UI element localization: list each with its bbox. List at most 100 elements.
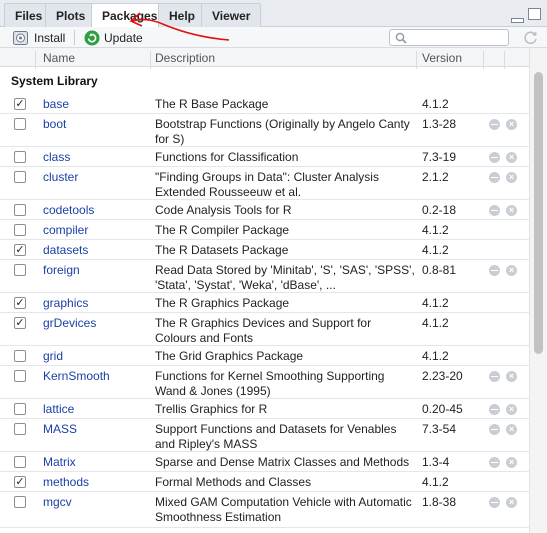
package-row-cluster: cluster "Finding Groups in Data": Cluster… [0, 167, 529, 200]
package-row-kernsmooth: KernSmooth Functions for Kernel Smoothing… [0, 366, 529, 399]
remove-package-icon[interactable]: × [506, 172, 517, 183]
package-version: 4.1.2 [422, 243, 449, 257]
column-header-description[interactable]: Description [155, 51, 215, 65]
package-name-link[interactable]: codetools [43, 203, 94, 217]
package-row-compiler: compiler The R Compiler Package 4.1.2 [0, 220, 529, 240]
tab-label: Plots [56, 9, 86, 23]
package-name-link[interactable]: lattice [43, 402, 74, 416]
remove-package-icon[interactable]: × [506, 497, 517, 508]
update-button[interactable]: Update [84, 29, 143, 46]
package-load-checkbox[interactable] [14, 171, 26, 183]
globe-icon[interactable] [489, 371, 500, 382]
package-row-mgcv: mgcv Mixed GAM Computation Vehicle with A… [0, 492, 529, 528]
package-name-link[interactable]: Matrix [43, 455, 76, 469]
package-version: 4.1.2 [422, 97, 449, 111]
package-row-matrix: Matrix Sparse and Dense Matrix Classes an… [0, 452, 529, 472]
globe-icon[interactable] [489, 152, 500, 163]
package-load-checkbox[interactable] [14, 370, 26, 382]
package-row-grdevices: ✓ grDevices The R Graphics Devices and Sup… [0, 313, 529, 346]
package-load-checkbox[interactable]: ✓ [14, 297, 26, 309]
package-name-link[interactable]: foreign [43, 263, 80, 277]
globe-icon[interactable] [489, 497, 500, 508]
package-name-link[interactable]: base [43, 97, 69, 111]
remove-package-icon[interactable]: × [506, 424, 517, 435]
package-version: 1.3-4 [422, 455, 450, 469]
package-name-link[interactable]: graphics [43, 296, 88, 310]
package-version: 7.3-54 [422, 422, 457, 436]
package-name-link[interactable]: MASS [43, 422, 77, 436]
package-load-checkbox[interactable] [14, 456, 26, 468]
globe-icon[interactable] [489, 424, 500, 435]
column-header-version[interactable]: Version [422, 51, 462, 65]
remove-package-icon[interactable]: × [506, 265, 517, 276]
package-name-link[interactable]: grDevices [43, 316, 96, 330]
minimize-icon[interactable] [511, 18, 524, 23]
globe-icon[interactable] [489, 172, 500, 183]
package-load-checkbox[interactable] [14, 496, 26, 508]
tab-help[interactable]: Help [158, 3, 207, 27]
globe-icon[interactable] [489, 119, 500, 130]
system-library-group-label: System Library [11, 74, 98, 88]
install-button[interactable]: Install [13, 29, 65, 46]
package-description: Sparse and Dense Matrix Classes and Meth… [155, 455, 410, 469]
vertical-scrollbar[interactable] [529, 48, 547, 533]
package-name-link[interactable]: mgcv [43, 495, 72, 509]
update-icon [84, 30, 100, 45]
package-name-link[interactable]: class [43, 150, 70, 164]
package-load-checkbox[interactable] [14, 423, 26, 435]
package-row-lattice: lattice Trellis Graphics for R 0.20-45 × [0, 399, 529, 419]
package-load-checkbox[interactable]: ✓ [14, 98, 26, 110]
remove-package-icon[interactable]: × [506, 152, 517, 163]
package-version: 4.1.2 [422, 223, 449, 237]
package-name-link[interactable]: boot [43, 117, 66, 131]
package-load-checkbox[interactable]: ✓ [14, 244, 26, 256]
remove-package-icon[interactable]: × [506, 371, 517, 382]
tab-plots[interactable]: Plots [45, 3, 97, 27]
package-row-grid: grid The Grid Graphics Package 4.1.2 [0, 346, 529, 366]
package-description: The R Base Package [155, 97, 269, 111]
globe-icon[interactable] [489, 457, 500, 468]
package-load-checkbox[interactable] [14, 403, 26, 415]
package-row-base: ✓ base The R Base Package 4.1.2 [0, 94, 529, 114]
scrollbar-thumb[interactable] [534, 72, 543, 354]
package-load-checkbox[interactable] [14, 350, 26, 362]
package-name-link[interactable]: cluster [43, 170, 78, 184]
package-load-checkbox[interactable] [14, 264, 26, 276]
package-name-link[interactable]: compiler [43, 223, 88, 237]
package-version: 0.8-81 [422, 263, 457, 277]
package-load-checkbox[interactable] [14, 118, 26, 130]
package-load-checkbox[interactable]: ✓ [14, 317, 26, 329]
package-name-link[interactable]: methods [43, 475, 89, 489]
package-name-link[interactable]: KernSmooth [43, 369, 110, 383]
package-load-checkbox[interactable] [14, 224, 26, 236]
package-version: 2.1.2 [422, 170, 449, 184]
tab-packages[interactable]: Packages [91, 3, 169, 28]
globe-icon[interactable] [489, 205, 500, 216]
package-description: Trellis Graphics for R [155, 402, 268, 416]
package-table-header: Name Description Version [0, 48, 529, 69]
package-description: Bootstrap Functions (Originally by Angel… [155, 117, 410, 146]
tab-viewer[interactable]: Viewer [201, 3, 262, 27]
package-description: The R Graphics Package [155, 296, 290, 310]
globe-icon[interactable] [489, 265, 500, 276]
maximize-icon[interactable] [528, 8, 541, 20]
remove-package-icon[interactable]: × [506, 404, 517, 415]
package-load-checkbox[interactable]: ✓ [14, 476, 26, 488]
package-search-input[interactable] [389, 29, 509, 46]
package-load-checkbox[interactable] [14, 151, 26, 163]
remove-package-icon[interactable]: × [506, 119, 517, 130]
refresh-icon[interactable] [523, 30, 539, 45]
remove-package-icon[interactable]: × [506, 457, 517, 468]
globe-icon[interactable] [489, 404, 500, 415]
package-name-link[interactable]: datasets [43, 243, 88, 257]
remove-package-icon[interactable]: × [506, 205, 517, 216]
package-row-datasets: ✓ datasets The R Datasets Package 4.1.2 [0, 240, 529, 260]
window-controls [507, 8, 541, 23]
column-header-name[interactable]: Name [43, 51, 75, 65]
package-description: Support Functions and Datasets for Venab… [155, 422, 397, 451]
package-description: The R Datasets Package [155, 243, 289, 257]
package-load-checkbox[interactable] [14, 204, 26, 216]
package-row-foreign: foreign Read Data Stored by 'Minitab', 'S… [0, 260, 529, 293]
install-icon [13, 30, 28, 45]
package-name-link[interactable]: grid [43, 349, 63, 363]
